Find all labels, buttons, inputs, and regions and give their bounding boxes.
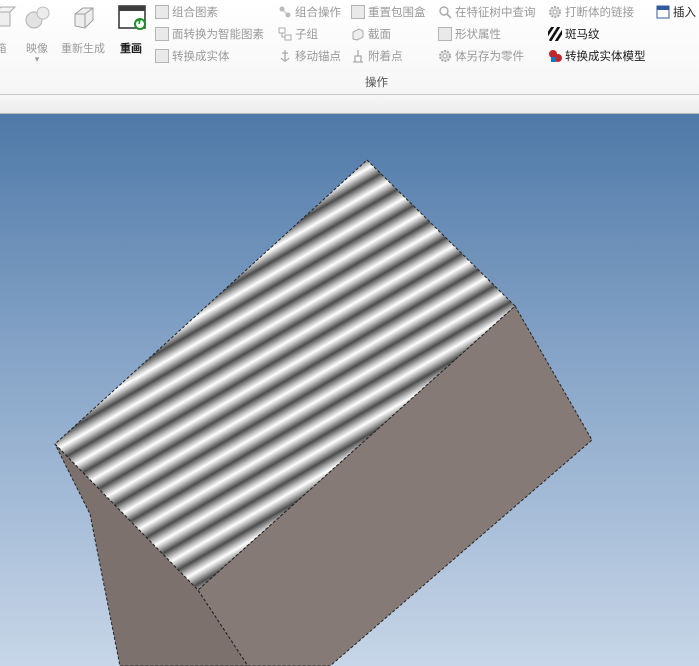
subgroup-label: 子组 — [295, 27, 318, 41]
regenerate-label: 重新生成 — [61, 42, 105, 55]
subgroup-icon — [278, 27, 292, 41]
properties-icon — [438, 27, 452, 41]
regenerate-button[interactable]: 重新生成 — [58, 4, 108, 56]
face-to-smart-button[interactable]: 面转换为智能图素 — [155, 25, 264, 43]
bounding-box-icon — [351, 5, 365, 19]
reset-bbox-button[interactable]: 重置包围盒 — [351, 3, 426, 21]
anchor-icon — [278, 49, 292, 63]
attach-point-button[interactable]: 附着点 — [351, 47, 403, 65]
redraw-icon — [117, 4, 146, 32]
convert-to-solid-model-label: 转换成实体模型 — [565, 49, 646, 63]
section-label: 截面 — [368, 27, 391, 41]
attach-point-label: 附着点 — [368, 49, 403, 63]
gear-icon — [548, 5, 562, 19]
combine-shapes-label: 组合图素 — [172, 5, 218, 19]
convert-solid-icon — [155, 49, 169, 63]
query-in-tree-button[interactable]: 在特征树中查询 — [438, 3, 536, 21]
shape-props-button[interactable]: 形状属性 — [438, 25, 501, 43]
zebra-label: 斑马纹 — [565, 27, 600, 41]
attach-point-icon — [351, 49, 365, 63]
group-label-operations: 操作 — [365, 75, 388, 89]
zebra-stripes-icon — [544, 24, 566, 44]
gear-icon — [438, 49, 452, 63]
cut-off-button[interactable]: 箱 — [0, 4, 17, 56]
move-anchor-button[interactable]: 移动锚点 — [278, 47, 341, 65]
mirror-label: 映像 — [26, 42, 48, 55]
save-as-part-label: 体另存为零件 — [455, 49, 524, 63]
query-in-tree-label: 在特征树中查询 — [455, 5, 536, 19]
zebra-button[interactable]: 斑马纹 — [544, 24, 600, 44]
mirror-icon — [23, 4, 51, 32]
ribbon: 箱 映像 ▾ 重新生成 重画 组合图素 面转换为智能图素 转换成实体 组合操作 … — [0, 0, 699, 95]
ribbon-collapse-strip — [0, 95, 699, 114]
redraw-label: 重画 — [120, 42, 142, 55]
break-link-button[interactable]: 打断体的链接 — [548, 3, 634, 21]
shape-props-label: 形状属性 — [455, 27, 501, 41]
convert-to-solid-model-button[interactable]: 转换成实体模型 — [548, 47, 646, 65]
combine-shapes-button[interactable]: 组合图素 — [155, 3, 218, 21]
face-to-smart-label: 面转换为智能图素 — [172, 27, 264, 41]
convert-to-solid-button[interactable]: 转换成实体 — [155, 47, 230, 65]
redraw-button[interactable]: 重画 — [113, 4, 149, 56]
mirror-button[interactable]: 映像 ▾ — [20, 4, 54, 65]
combine-op-icon — [278, 5, 292, 19]
cube-model[interactable] — [0, 114, 699, 666]
tree-query-icon — [438, 5, 452, 19]
solid-model-icon — [548, 49, 562, 63]
insert-button[interactable]: 插入 — [656, 3, 696, 21]
3d-viewport[interactable] — [0, 114, 699, 666]
section-button[interactable]: 截面 — [351, 25, 391, 43]
box-icon — [0, 4, 18, 32]
insert-label: 插入 — [673, 5, 696, 19]
reset-bbox-label: 重置包围盒 — [368, 5, 426, 19]
cut-off-label: 箱 — [0, 42, 7, 55]
break-link-label: 打断体的链接 — [565, 5, 634, 19]
move-anchor-label: 移动锚点 — [295, 49, 341, 63]
subgroup-button[interactable]: 子组 — [278, 25, 318, 43]
combine-op-label: 组合操作 — [295, 5, 341, 19]
face-convert-icon — [155, 27, 169, 41]
combine-op-button[interactable]: 组合操作 — [278, 3, 341, 21]
save-as-part-button[interactable]: 体另存为零件 — [438, 47, 524, 65]
insert-icon — [656, 5, 670, 19]
section-icon — [351, 27, 365, 41]
regenerate-icon — [69, 4, 97, 32]
convert-to-solid-label: 转换成实体 — [172, 49, 230, 63]
dropdown-arrow-icon[interactable]: ▾ — [20, 56, 54, 65]
combine-shapes-icon — [155, 5, 169, 19]
